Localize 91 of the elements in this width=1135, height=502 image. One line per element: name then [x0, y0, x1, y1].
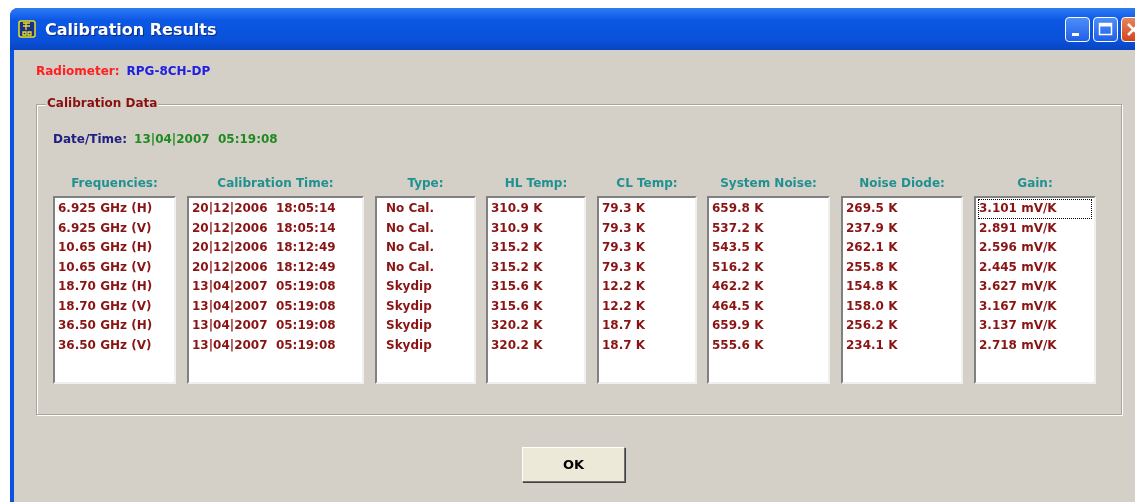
list-item[interactable]: 320.2 K — [490, 335, 544, 355]
list-item[interactable]: 158.0 K — [845, 296, 899, 316]
list-item[interactable]: No Cal. — [385, 218, 436, 238]
list-item[interactable]: 2.891 mV/K — [978, 218, 1058, 238]
group-title: Calibration Data — [46, 96, 159, 110]
column-heading: Noise Diode: — [859, 176, 945, 190]
list-item[interactable]: 464.5 K — [711, 296, 765, 316]
list-item[interactable]: 18.7 K — [601, 335, 647, 355]
list-item[interactable]: 2.596 mV/K — [978, 238, 1058, 258]
list-item[interactable]: 543.5 K — [711, 238, 765, 258]
list-item[interactable]: 237.9 K — [845, 218, 899, 238]
column-heading: Gain: — [1017, 176, 1053, 190]
ok-button[interactable]: OK — [522, 447, 625, 482]
list-item[interactable]: 18.7 K — [601, 316, 647, 336]
list-item[interactable]: 516.2 K — [711, 257, 765, 277]
list-item[interactable]: 269.5 K — [845, 199, 899, 219]
column-heading: Calibration Time: — [217, 176, 334, 190]
list-item[interactable]: 659.9 K — [711, 316, 765, 336]
list-box[interactable]: 6.925 GHz (H) 6.925 GHz (V) 10.65 GHz (H) 10.65 GHz (V) 18.70 GHz (H) 18.70 GHz (V) 36.50 GHz (H) 36.50 GHz (V) — [53, 196, 176, 384]
list-item[interactable]: 320.2 K — [490, 316, 544, 336]
list-item[interactable]: 3.627 mV/K — [978, 277, 1058, 297]
list-item[interactable]: Skydip — [385, 277, 433, 297]
list-item[interactable]: 315.2 K — [490, 238, 544, 258]
list-item[interactable]: 6.925 GHz (H) — [57, 199, 154, 219]
list-item[interactable]: 3.101 mV/K — [978, 199, 1092, 219]
list-item[interactable]: 36.50 GHz (H) — [57, 316, 154, 336]
list-item[interactable]: 13|04|2007 05:19:08 — [191, 277, 337, 297]
list-box[interactable]: No Cal. No Cal. No Cal. No Cal. Skydip Skydip Skydip Skydip — [375, 196, 476, 384]
list-item[interactable]: 2.718 mV/K — [978, 335, 1058, 355]
date-time-value: 13|04|2007 05:19:08 — [134, 132, 278, 146]
list-item[interactable]: 36.50 GHz (V) — [57, 335, 153, 355]
radiometer-label: Radiometer: — [36, 64, 120, 80]
list-item[interactable]: 462.2 K — [711, 277, 765, 297]
list-item[interactable]: 79.3 K — [601, 257, 647, 277]
list-item[interactable]: 13|04|2007 05:19:08 — [191, 335, 337, 355]
radiometer-value: RPG-8CH-DP — [126, 64, 211, 80]
list-item[interactable]: 154.8 K — [845, 277, 899, 297]
list-item[interactable]: 6.925 GHz (V) — [57, 218, 153, 238]
list-item[interactable]: 555.6 K — [711, 335, 765, 355]
list-box[interactable]: 269.5 K 237.9 K 262.1 K 255.8 K 154.8 K 158.0 K 256.2 K 234.1 K — [841, 196, 963, 384]
column-heading: Frequencies: — [71, 176, 158, 190]
list-item[interactable]: 659.8 K — [711, 199, 765, 219]
list-item[interactable]: 315.2 K — [490, 257, 544, 277]
column-heading: HL Temp: — [504, 176, 568, 190]
column-heading: System Noise: — [720, 176, 817, 190]
list-box[interactable]: 659.8 K 537.2 K 543.5 K 516.2 K 462.2 K 464.5 K 659.9 K 555.6 K — [707, 196, 830, 384]
minimize-button[interactable] — [1065, 16, 1090, 42]
list-item[interactable]: 256.2 K — [845, 316, 899, 336]
list-item[interactable]: 315.6 K — [490, 296, 544, 316]
list-item[interactable]: 13|04|2007 05:19:08 — [191, 316, 337, 336]
list-item[interactable]: 20|12|2006 18:12:49 — [191, 257, 337, 277]
list-item[interactable]: 537.2 K — [711, 218, 765, 238]
list-item[interactable]: 79.3 K — [601, 238, 647, 258]
list-box[interactable]: 20|12|2006 18:05:14 20|12|2006 18:05:14 20|12|2006 18:12:49 20|12|2006 18:12:49 13|04|2007 05:19:08 13|04|2007 05:19:08 13|04|2007 05:19:08 13|04|2007 05:19:08 — [187, 196, 364, 384]
column-heading: CL Temp: — [616, 176, 678, 190]
list-item[interactable]: 18.70 GHz (V) — [57, 296, 153, 316]
list-item[interactable]: Skydip — [385, 335, 433, 355]
list-item[interactable]: 10.65 GHz (V) — [57, 257, 153, 277]
list-item[interactable]: 310.9 K — [490, 199, 544, 219]
window-title: Calibration Results — [45, 19, 217, 39]
list-box[interactable]: 310.9 K 310.9 K 315.2 K 315.2 K 315.6 K 315.6 K 320.2 K 320.2 K — [486, 196, 586, 384]
list-item[interactable]: No Cal. — [385, 257, 436, 277]
list-item[interactable]: 10.65 GHz (H) — [57, 238, 154, 258]
list-item[interactable]: 12.2 K — [601, 296, 647, 316]
list-item[interactable]: 3.167 mV/K — [978, 296, 1058, 316]
list-item[interactable]: 18.70 GHz (H) — [57, 277, 154, 297]
list-item[interactable]: 13|04|2007 05:19:08 — [191, 296, 337, 316]
list-item[interactable]: 79.3 K — [601, 199, 647, 219]
list-item[interactable]: 315.6 K — [490, 277, 544, 297]
list-box[interactable]: 79.3 K 79.3 K 79.3 K 79.3 K 12.2 K 12.2 K 18.7 K 18.7 K — [597, 196, 697, 384]
list-item[interactable]: Skydip — [385, 296, 433, 316]
list-item[interactable]: 2.445 mV/K — [978, 257, 1058, 277]
list-item[interactable]: 20|12|2006 18:12:49 — [191, 238, 337, 258]
date-time-label: Date/Time: — [53, 132, 128, 146]
list-item[interactable]: 234.1 K — [845, 335, 899, 355]
list-item[interactable]: 262.1 K — [845, 238, 899, 258]
maximize-button[interactable] — [1093, 16, 1118, 42]
list-item[interactable]: 3.137 mV/K — [978, 316, 1058, 336]
minimize-icon — [1071, 32, 1079, 36]
list-item[interactable]: No Cal. — [385, 199, 436, 219]
column-heading: Type: — [407, 176, 444, 190]
app-icon — [18, 20, 36, 38]
list-item[interactable]: Skydip — [385, 316, 433, 336]
list-item[interactable]: 79.3 K — [601, 218, 647, 238]
list-box[interactable]: 3.101 mV/K 2.891 mV/K 2.596 mV/K 2.445 mV/K 3.627 mV/K 3.167 mV/K 3.137 mV/K 2.718 mV/K — [974, 196, 1096, 384]
list-item[interactable]: 255.8 K — [845, 257, 899, 277]
list-item[interactable]: 12.2 K — [601, 277, 647, 297]
list-item[interactable]: No Cal. — [385, 238, 436, 258]
list-item[interactable]: 20|12|2006 18:05:14 — [191, 218, 337, 238]
list-item[interactable]: 20|12|2006 18:05:14 — [191, 199, 337, 219]
list-item[interactable]: 310.9 K — [490, 218, 544, 238]
